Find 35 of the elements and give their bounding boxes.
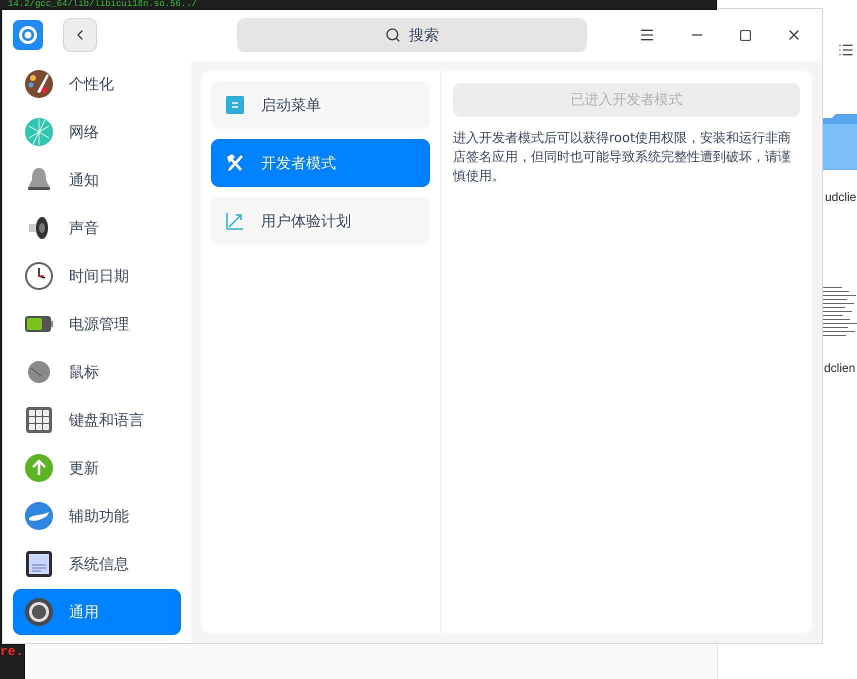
file-name: dclien [824,360,856,377]
sidebar-item[interactable]: 时间日期 [13,253,181,299]
trend-chart-icon [226,212,244,230]
menu-icon[interactable] [639,27,655,43]
palette-icon [23,68,55,100]
submenu-item[interactable]: 用户体验计划 [211,197,430,245]
file-name: udclie [825,189,856,206]
keyboard-icon [23,404,55,436]
search-field[interactable]: 搜索 [237,18,587,52]
menu-list-icon [226,96,244,114]
search-icon [385,27,401,43]
sidebar-item[interactable]: 通用 [13,589,181,635]
sidebar-item[interactable]: 系统信息 [13,541,181,587]
submenu-item[interactable]: 启动菜单 [211,81,430,129]
sidebar-item[interactable]: 个性化 [13,61,181,107]
sidebar-item[interactable]: 声音 [13,205,181,251]
sidebar-item[interactable]: 电源管理 [13,301,181,347]
tools-icon [225,153,245,173]
system-info-icon [23,548,55,580]
sidebar-item[interactable]: 网络 [13,109,181,155]
sidebar-item[interactable]: 辅助功能 [13,493,181,539]
maximize-icon[interactable] [739,28,752,42]
hand-icon [23,500,55,532]
sidebar-item[interactable]: 通知 [13,157,181,203]
developer-mode-description: 进入开发者模式后可以获得root使用权限，安装和运行非商店签名应用，但同时也可能导致系统完整性遭到破坏，请谨慎使用。 [453,130,792,186]
globe-icon [23,116,55,148]
sidebar-item[interactable]: 键盘和语言 [13,397,181,443]
submenu-item[interactable]: 开发者模式 [211,139,430,187]
sidebar-item[interactable]: 鼠标 [13,349,181,395]
clock-icon [23,260,55,292]
settings-app-icon [13,20,43,50]
terminal-text: re. [0,645,24,659]
sidebar-item[interactable]: 更新 [13,445,181,491]
gear-icon [23,596,55,628]
list-view-icon[interactable] [838,42,854,58]
